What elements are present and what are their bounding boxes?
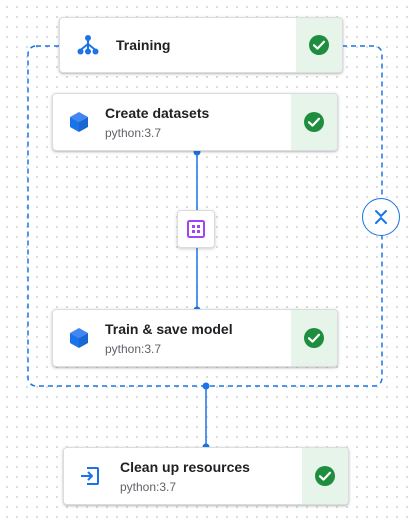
node-text: Create datasets python:3.7: [105, 94, 291, 150]
component-node-clean-up-resources[interactable]: Clean up resources python:3.7: [63, 447, 349, 505]
status-indicator: [291, 310, 337, 366]
group-node-training[interactable]: Training: [59, 17, 343, 73]
exit-icon: [64, 448, 116, 504]
cube-icon: [53, 94, 105, 150]
node-text: Train & save model python:3.7: [105, 310, 291, 366]
success-check-icon: [315, 466, 335, 486]
component-node-create-datasets[interactable]: Create datasets python:3.7: [52, 93, 338, 151]
status-indicator: [302, 448, 348, 504]
collapse-group-button[interactable]: [362, 198, 400, 236]
success-check-icon: [309, 35, 329, 55]
status-indicator: [291, 94, 337, 150]
node-title: Create datasets: [105, 104, 210, 121]
artifact-grid-icon: [187, 220, 205, 238]
node-subtitle: python:3.7: [105, 125, 162, 140]
group-node-text: Training: [116, 18, 296, 72]
pipeline-edges: [27, 45, 383, 451]
pipeline-fork-icon: [60, 18, 116, 72]
pipeline-canvas: Training Create datasets python:3.7 Trai…: [0, 0, 410, 521]
node-title: Clean up resources: [120, 458, 250, 475]
success-check-icon: [304, 328, 324, 348]
node-text: Clean up resources python:3.7: [116, 448, 302, 504]
artifact-node[interactable]: [177, 210, 215, 248]
component-node-train-save-model[interactable]: Train & save model python:3.7: [52, 309, 338, 367]
collapse-chevrons-icon: [375, 210, 387, 224]
cube-icon: [53, 310, 105, 366]
node-title: Train & save model: [105, 320, 233, 337]
node-subtitle: python:3.7: [120, 479, 177, 494]
port-dot: [202, 382, 210, 390]
success-check-icon: [304, 112, 324, 132]
status-indicator: [296, 18, 342, 72]
node-subtitle: python:3.7: [105, 341, 162, 356]
group-title: Training: [116, 37, 171, 53]
